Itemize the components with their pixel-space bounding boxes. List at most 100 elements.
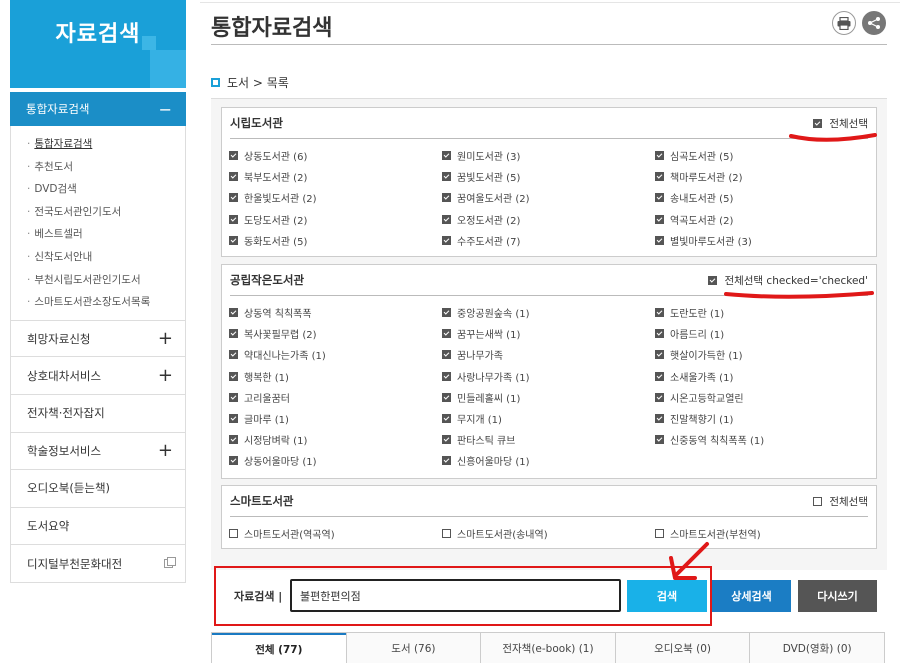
library-option[interactable]: 꿈여울도서관 (2) xyxy=(442,187,655,208)
library-checkbox[interactable] xyxy=(442,392,451,402)
library-option[interactable]: 역곡도서관 (2) xyxy=(655,209,865,230)
library-option[interactable]: 사랑나무가족 (1) xyxy=(442,366,655,387)
library-option[interactable]: 상동역 칙칙폭폭 xyxy=(229,302,442,323)
select-all-checkbox[interactable] xyxy=(708,275,718,285)
library-option[interactable]: 꿈나무가족 xyxy=(442,344,655,365)
sidebar-item[interactable]: 도서요약 xyxy=(10,507,186,546)
sidebar-item[interactable]: 학술정보서비스 + xyxy=(10,432,186,471)
library-checkbox[interactable] xyxy=(229,435,238,445)
library-option[interactable]: 글마루 (1) xyxy=(229,408,442,429)
sidebar-subitem[interactable]: · DVD검색 xyxy=(27,178,185,201)
library-option[interactable]: 신흥어울마당 (1) xyxy=(442,450,655,471)
library-option[interactable]: 판타스틱 큐브 xyxy=(442,429,655,450)
library-option[interactable]: 스마트도서관(송내역) xyxy=(442,523,655,544)
reset-button[interactable]: 다시쓰기 xyxy=(798,580,877,612)
library-option[interactable]: 심곡도서관 (5) xyxy=(655,145,865,166)
library-checkbox[interactable] xyxy=(442,193,451,203)
sidebar-subitem[interactable]: · 신착도서안내 xyxy=(27,246,185,269)
library-option[interactable]: 햇살이가득한 (1) xyxy=(655,344,865,365)
library-checkbox[interactable] xyxy=(655,235,664,245)
library-option[interactable]: 복사꽃필무렵 (2) xyxy=(229,323,442,344)
library-option[interactable]: 동화도서관 (5) xyxy=(229,230,442,251)
library-checkbox[interactable] xyxy=(442,529,451,539)
library-option[interactable]: 꿈빛도서관 (5) xyxy=(442,166,655,187)
library-option[interactable]: 소새울가족 (1) xyxy=(655,366,865,387)
library-checkbox[interactable] xyxy=(655,193,664,203)
library-checkbox[interactable] xyxy=(655,435,664,445)
library-checkbox[interactable] xyxy=(442,172,451,182)
library-option[interactable]: 행복한 (1) xyxy=(229,366,442,387)
library-option[interactable]: 스마트도서관(부천역) xyxy=(655,523,865,544)
collapse-icon[interactable]: − xyxy=(159,100,172,119)
share-button[interactable] xyxy=(862,11,886,35)
library-option[interactable]: 중앙공원숲속 (1) xyxy=(442,302,655,323)
library-checkbox[interactable] xyxy=(442,235,451,245)
sidebar-item[interactable]: 희망자료신청 + xyxy=(10,319,186,358)
library-checkbox[interactable] xyxy=(229,151,238,161)
library-option[interactable]: 오정도서관 (2) xyxy=(442,209,655,230)
library-option[interactable]: 도당도서관 (2) xyxy=(229,209,442,230)
library-checkbox[interactable] xyxy=(655,172,664,182)
sidebar-subitem[interactable]: · 추천도서 xyxy=(27,156,185,179)
library-checkbox[interactable] xyxy=(442,456,451,466)
library-checkbox[interactable] xyxy=(229,308,238,318)
library-checkbox[interactable] xyxy=(655,308,664,318)
library-option[interactable]: 진말책향기 (1) xyxy=(655,408,865,429)
library-checkbox[interactable] xyxy=(229,371,238,381)
library-checkbox[interactable] xyxy=(229,414,238,424)
sidebar-item[interactable]: 전자책·전자잡지 xyxy=(10,394,186,433)
library-option[interactable]: 책마루도서관 (2) xyxy=(655,166,865,187)
library-option[interactable]: 별빛마루도서관 (3) xyxy=(655,230,865,251)
search-button[interactable]: 검색 xyxy=(627,580,707,612)
select-all-checkbox[interactable] xyxy=(813,118,823,128)
library-option[interactable]: 상동어울마당 (1) xyxy=(229,450,442,471)
library-checkbox[interactable] xyxy=(442,371,451,381)
library-checkbox[interactable] xyxy=(229,214,238,224)
sidebar-item[interactable]: 디지털부천문화대전 xyxy=(10,545,186,583)
library-option[interactable]: 고리울꿈터 xyxy=(229,387,442,408)
library-option[interactable]: 약대신나는가족 (1) xyxy=(229,344,442,365)
library-checkbox[interactable] xyxy=(655,414,664,424)
library-checkbox[interactable] xyxy=(229,329,238,339)
library-checkbox[interactable] xyxy=(442,329,451,339)
library-checkbox[interactable] xyxy=(229,350,238,360)
sidebar-item-integrated-search[interactable]: 통합자료검색 − xyxy=(10,90,186,126)
library-checkbox[interactable] xyxy=(442,414,451,424)
expand-icon[interactable]: + xyxy=(158,365,173,386)
sidebar-subitem[interactable]: · 전국도서관인기도서 xyxy=(27,201,185,224)
library-option[interactable]: 원미도서관 (3) xyxy=(442,145,655,166)
library-checkbox[interactable] xyxy=(655,151,664,161)
select-all-toggle[interactable]: 전체선택 xyxy=(813,494,868,509)
library-checkbox[interactable] xyxy=(655,329,664,339)
sidebar-subitem[interactable]: · 베스트셀러 xyxy=(27,223,185,246)
library-checkbox[interactable] xyxy=(442,350,451,360)
library-option[interactable]: 무지개 (1) xyxy=(442,408,655,429)
library-checkbox[interactable] xyxy=(229,235,238,245)
library-checkbox[interactable] xyxy=(229,456,238,466)
library-checkbox[interactable] xyxy=(229,172,238,182)
select-all-toggle[interactable]: 전체선택 xyxy=(813,116,868,131)
search-input[interactable] xyxy=(290,579,621,612)
library-checkbox[interactable] xyxy=(229,392,238,402)
sidebar-item[interactable]: 오디오북(듣는책) xyxy=(10,470,186,508)
library-checkbox[interactable] xyxy=(229,193,238,203)
library-option[interactable]: 신중동역 칙칙폭폭 (1) xyxy=(655,429,865,450)
library-checkbox[interactable] xyxy=(442,435,451,445)
library-checkbox[interactable] xyxy=(442,308,451,318)
sidebar-item[interactable]: 상호대차서비스 + xyxy=(10,357,186,395)
advanced-search-button[interactable]: 상세검색 xyxy=(712,580,791,612)
print-button[interactable] xyxy=(832,11,856,35)
library-option[interactable]: 도란도란 (1) xyxy=(655,302,865,323)
library-option[interactable]: 꿈꾸는새싹 (1) xyxy=(442,323,655,344)
expand-icon[interactable]: + xyxy=(158,440,173,461)
library-checkbox[interactable] xyxy=(655,350,664,360)
library-option[interactable]: 상동도서관 (6) xyxy=(229,145,442,166)
library-option[interactable]: 한울빛도서관 (2) xyxy=(229,187,442,208)
library-checkbox[interactable] xyxy=(655,392,664,402)
sidebar-subitem[interactable]: · 스마트도서관소장도서목록 xyxy=(27,291,185,314)
library-option[interactable]: 아름드리 (1) xyxy=(655,323,865,344)
sidebar-subitem[interactable]: · 통합자료검색 xyxy=(27,133,185,156)
library-option[interactable]: 스마트도서관(역곡역) xyxy=(229,523,442,544)
library-option[interactable]: 수주도서관 (7) xyxy=(442,230,655,251)
library-checkbox[interactable] xyxy=(655,371,664,381)
